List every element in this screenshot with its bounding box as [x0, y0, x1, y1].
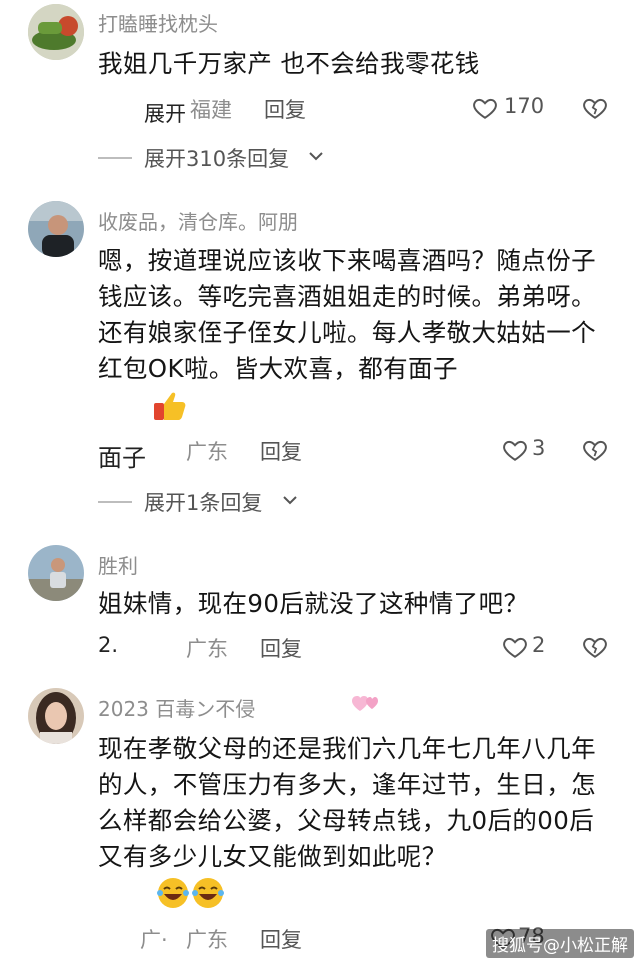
like-count: 3 — [532, 436, 546, 460]
heart-icon[interactable] — [472, 95, 498, 121]
username[interactable]: 打瞌睡找枕头 — [98, 8, 218, 37]
broken-heart-icon[interactable] — [582, 437, 608, 463]
like-count: 170 — [504, 94, 545, 118]
avatar-image — [28, 545, 84, 601]
expand-replies[interactable]: 展开310条回复 — [98, 143, 398, 171]
expand-replies-label: 展开1条回复 — [144, 491, 263, 515]
avatar-image — [28, 201, 84, 257]
comment-meta: 展开 福建 回复 170 — [98, 94, 618, 126]
expand-replies-label: 展开310条回复 — [144, 147, 290, 171]
avatar[interactable] — [28, 201, 84, 257]
avatar-image — [28, 4, 84, 60]
heart-decoration-icon — [352, 696, 378, 711]
comment-time: 面子 — [98, 444, 146, 472]
comment-meta: 2. 广东 回复 2 — [98, 633, 618, 663]
comment-text: 嗯，按道理说应该收下来喝喜酒吗？随点份子钱应该。等吃完喜酒姐姐走的时候。弟弟呀。… — [98, 246, 596, 383]
reply-button[interactable]: 回复 — [260, 633, 302, 663]
chevron-down-icon — [309, 152, 323, 161]
username[interactable]: 收废品，清仓库。阿朋 — [98, 206, 298, 235]
comment-location: 广东 — [186, 928, 228, 952]
avatar[interactable] — [28, 545, 84, 601]
broken-heart-icon[interactable] — [582, 634, 608, 660]
comment-time: 展开 — [144, 102, 186, 126]
chevron-down-icon — [283, 496, 297, 505]
comment-text: 现在孝敬父母的还是我们六几年七几年八几年的人，不管压力有多大，逢年过节，生日，怎… — [98, 734, 596, 871]
divider-line — [98, 157, 132, 159]
avatar-image — [28, 688, 84, 744]
username[interactable]: 2023 百毒ン不侵 — [98, 693, 255, 722]
like-count: 2 — [532, 633, 546, 657]
comment-text: 我姐几千万家产 也不会给我零花钱 — [98, 49, 480, 78]
avatar[interactable] — [28, 4, 84, 60]
comment-text: 姐妹情，现在90后就没了这种情了吧？ — [98, 589, 529, 618]
heart-icon[interactable] — [502, 634, 528, 660]
reply-button[interactable]: 回复 — [264, 94, 306, 124]
thumbs-up-emoji — [154, 392, 186, 420]
laughing-emoji — [157, 878, 189, 908]
broken-heart-icon[interactable] — [582, 95, 608, 121]
divider-line — [98, 501, 132, 503]
comment-time: 2. — [98, 633, 119, 657]
comment-time: 广· — [140, 928, 168, 952]
heart-icon[interactable] — [502, 437, 528, 463]
comment-meta: 面子 广东 回复 3 — [98, 436, 618, 472]
avatar[interactable] — [28, 688, 84, 744]
username[interactable]: 胜利 — [98, 550, 138, 579]
laughing-emoji — [192, 878, 224, 908]
reply-button[interactable]: 回复 — [260, 924, 302, 954]
comment-location: 广东 — [186, 637, 228, 661]
watermark: 搜狐号@小松正解 — [486, 929, 634, 958]
reply-button[interactable]: 回复 — [260, 436, 302, 466]
expand-replies[interactable]: 展开1条回复 — [98, 487, 398, 515]
comment-location: 广东 — [186, 440, 228, 464]
comment-location: 福建 — [190, 98, 232, 122]
